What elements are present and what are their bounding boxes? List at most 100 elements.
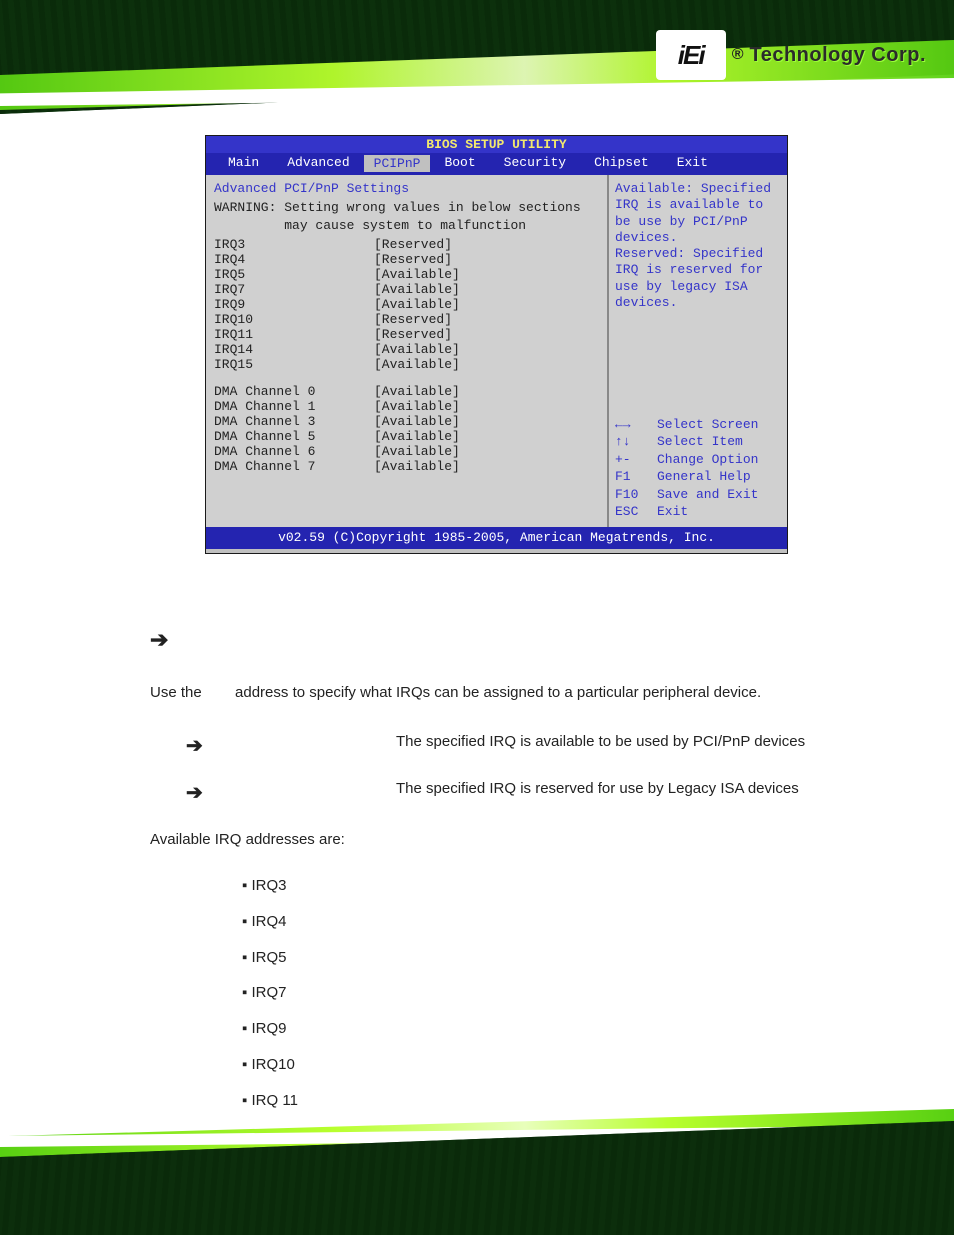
bios-nav-label: Select Item bbox=[657, 433, 743, 451]
bios-irq-key: IRQ11 bbox=[214, 327, 374, 342]
bios-warning-line2: may cause system to malfunction bbox=[214, 218, 599, 234]
bios-irq-value: [Available] bbox=[374, 282, 460, 297]
bios-nav-key: F10 bbox=[615, 486, 657, 504]
bios-dma-value: [Available] bbox=[374, 444, 460, 459]
bios-help-line: be use by PCI/PnP bbox=[615, 214, 781, 230]
brand-text: Technology Corp. bbox=[749, 44, 926, 67]
bios-dma-value: [Available] bbox=[374, 414, 460, 429]
bios-menu-exit[interactable]: Exit bbox=[663, 155, 722, 172]
irq-list-item: IRQ7 bbox=[242, 975, 842, 1011]
bios-irq-row[interactable]: IRQ9[Available] bbox=[214, 297, 599, 312]
bios-help-line: devices. bbox=[615, 295, 781, 311]
bios-nav-label: Exit bbox=[657, 503, 688, 521]
bios-dma-row[interactable]: DMA Channel 7[Available] bbox=[214, 459, 599, 474]
bios-irq-key: IRQ3 bbox=[214, 237, 374, 252]
irq-list-heading: Available IRQ addresses are: bbox=[150, 826, 842, 854]
page-content: ➔ Use the address to specify what IRQs c… bbox=[150, 620, 842, 1118]
bios-irq-value: [Reserved] bbox=[374, 312, 452, 327]
bios-irq-key: IRQ14 bbox=[214, 342, 374, 357]
arrow-icon: ➔ bbox=[186, 775, 396, 812]
bios-nav-label: Change Option bbox=[657, 451, 758, 469]
bios-irq-value: [Available] bbox=[374, 267, 460, 282]
bios-irq-row[interactable]: IRQ15[Available] bbox=[214, 357, 599, 372]
bios-irq-row[interactable]: IRQ11[Reserved] bbox=[214, 327, 599, 342]
bios-nav-key: ←→ bbox=[615, 416, 657, 434]
bios-dma-key: DMA Channel 5 bbox=[214, 429, 374, 444]
bios-screenshot: BIOS SETUP UTILITY Main Advanced PCIPnP … bbox=[205, 135, 788, 554]
bios-dma-row[interactable]: DMA Channel 3[Available] bbox=[214, 414, 599, 429]
option-text: The specified IRQ is available to be use… bbox=[396, 728, 842, 756]
bios-nav-label: General Help bbox=[657, 468, 751, 486]
bios-irq-row[interactable]: IRQ10[Reserved] bbox=[214, 312, 599, 327]
irq-list-item: IRQ3 bbox=[242, 868, 842, 904]
irq-list-item: IRQ 11 bbox=[242, 1083, 842, 1119]
bios-irq-key: IRQ7 bbox=[214, 282, 374, 297]
bios-nav-label: Save and Exit bbox=[657, 486, 758, 504]
option-row: ➔The specified IRQ is reserved for use b… bbox=[186, 775, 842, 812]
irq-list-item: IRQ4 bbox=[242, 904, 842, 940]
bios-help-line: Reserved: Specified bbox=[615, 246, 781, 262]
bios-irq-key: IRQ5 bbox=[214, 267, 374, 282]
bios-menubar: Main Advanced PCIPnP Boot Security Chips… bbox=[206, 153, 787, 175]
bios-dma-row[interactable]: DMA Channel 5[Available] bbox=[214, 429, 599, 444]
bios-nav-help: ←→Select Screen↑↓Select Item+-Change Opt… bbox=[615, 416, 781, 521]
irq-list: IRQ3IRQ4IRQ5IRQ7IRQ9IRQ10IRQ 11 bbox=[242, 868, 842, 1118]
bios-footer: v02.59 (C)Copyright 1985-2005, American … bbox=[206, 527, 787, 549]
bios-dma-value: [Available] bbox=[374, 459, 460, 474]
arrow-icon: ➔ bbox=[186, 728, 396, 765]
bios-title: BIOS SETUP UTILITY bbox=[206, 136, 787, 153]
bios-dma-key: DMA Channel 1 bbox=[214, 399, 374, 414]
bios-nav-key: ESC bbox=[615, 503, 657, 521]
brand-reg: ® bbox=[732, 46, 744, 64]
bios-irq-key: IRQ10 bbox=[214, 312, 374, 327]
bios-irq-row[interactable]: IRQ14[Available] bbox=[214, 342, 599, 357]
bios-help-panel: Available: SpecifiedIRQ is available tob… bbox=[609, 175, 787, 527]
bios-dma-value: [Available] bbox=[374, 429, 460, 444]
bios-dma-key: DMA Channel 0 bbox=[214, 384, 374, 399]
bios-warning-line1: WARNING: Setting wrong values in below s… bbox=[214, 200, 599, 216]
bios-menu-pcipnp[interactable]: PCIPnP bbox=[364, 155, 431, 172]
bios-irq-value: [Reserved] bbox=[374, 237, 452, 252]
bios-irq-value: [Available] bbox=[374, 342, 460, 357]
bios-irq-value: [Available] bbox=[374, 297, 460, 312]
bios-irq-row[interactable]: IRQ5[Available] bbox=[214, 267, 599, 282]
irq-list-item: IRQ5 bbox=[242, 940, 842, 976]
bios-irq-key: IRQ15 bbox=[214, 357, 374, 372]
bios-irq-key: IRQ4 bbox=[214, 252, 374, 267]
bios-irq-row[interactable]: IRQ7[Available] bbox=[214, 282, 599, 297]
bios-menu-main[interactable]: Main bbox=[214, 155, 273, 172]
bios-irq-value: [Reserved] bbox=[374, 252, 452, 267]
bios-menu-security[interactable]: Security bbox=[490, 155, 580, 172]
bios-section-heading: Advanced PCI/PnP Settings bbox=[214, 181, 599, 196]
option-row: ➔The specified IRQ is available to be us… bbox=[186, 728, 842, 765]
lead-arrow-icon: ➔ bbox=[150, 620, 842, 661]
bios-irq-row[interactable]: IRQ3[Reserved] bbox=[214, 237, 599, 252]
irq-list-item: IRQ10 bbox=[242, 1047, 842, 1083]
bios-help-line: IRQ is reserved for bbox=[615, 262, 781, 278]
bios-irq-key: IRQ9 bbox=[214, 297, 374, 312]
bios-left-panel: Advanced PCI/PnP Settings WARNING: Setti… bbox=[206, 175, 609, 527]
bios-dma-value: [Available] bbox=[374, 399, 460, 414]
bios-dma-row[interactable]: DMA Channel 6[Available] bbox=[214, 444, 599, 459]
bios-menu-chipset[interactable]: Chipset bbox=[580, 155, 663, 172]
option-text: The specified IRQ is reserved for use by… bbox=[396, 775, 842, 803]
bios-nav-key: F1 bbox=[615, 468, 657, 486]
bios-nav-label: Select Screen bbox=[657, 416, 758, 434]
bios-dma-value: [Available] bbox=[374, 384, 460, 399]
bios-nav-key: +- bbox=[615, 451, 657, 469]
brand-mark-text: iEi bbox=[678, 40, 704, 71]
bios-dma-key: DMA Channel 6 bbox=[214, 444, 374, 459]
bios-menu-advanced[interactable]: Advanced bbox=[273, 155, 363, 172]
bios-irq-value: [Reserved] bbox=[374, 327, 452, 342]
bios-irq-row[interactable]: IRQ4[Reserved] bbox=[214, 252, 599, 267]
bios-help-line: devices. bbox=[615, 230, 781, 246]
bios-dma-key: DMA Channel 7 bbox=[214, 459, 374, 474]
intro-paragraph: Use the address to specify what IRQs can… bbox=[150, 679, 842, 707]
bios-menu-boot[interactable]: Boot bbox=[430, 155, 489, 172]
bios-nav-key: ↑↓ bbox=[615, 433, 657, 451]
bios-help-line: IRQ is available to bbox=[615, 197, 781, 213]
bios-dma-row[interactable]: DMA Channel 0[Available] bbox=[214, 384, 599, 399]
bios-irq-value: [Available] bbox=[374, 357, 460, 372]
bios-help-line: use by legacy ISA bbox=[615, 279, 781, 295]
bios-dma-row[interactable]: DMA Channel 1[Available] bbox=[214, 399, 599, 414]
